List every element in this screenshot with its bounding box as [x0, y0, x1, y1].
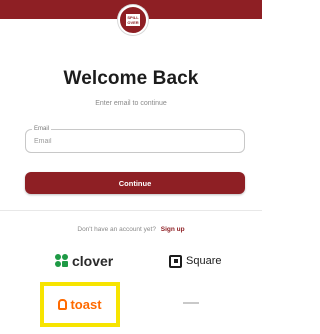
signup-prompt-text: Don't have an account yet?	[77, 226, 156, 233]
square-label: Square	[186, 255, 222, 267]
email-field-label: Email	[32, 125, 52, 133]
email-field: Email	[25, 125, 245, 153]
toast-logo-icon	[58, 299, 68, 310]
signup-link[interactable]: Sign up	[161, 226, 185, 233]
square-logo-icon	[169, 254, 182, 268]
page-title: Welcome Back	[63, 68, 199, 89]
continue-button[interactable]: Continue	[25, 172, 245, 194]
page-subtitle: Enter email to continue	[95, 100, 167, 107]
toast-login-option[interactable]: toast	[40, 282, 120, 327]
signup-prompt: Don't have an account yet? Sign up	[0, 226, 262, 233]
email-input[interactable]	[34, 135, 234, 148]
unlabeled-login-option[interactable]	[183, 302, 199, 304]
square-login-option[interactable]: Square	[169, 253, 221, 269]
section-divider	[0, 210, 262, 211]
spillover-logo: SPILL OVER	[118, 5, 148, 35]
clover-login-option[interactable]: clover	[55, 252, 113, 270]
clover-logo-icon	[55, 254, 69, 268]
clover-label: clover	[72, 253, 114, 269]
toast-label: toast	[70, 297, 102, 312]
logo-text-line2: OVER	[127, 20, 139, 25]
